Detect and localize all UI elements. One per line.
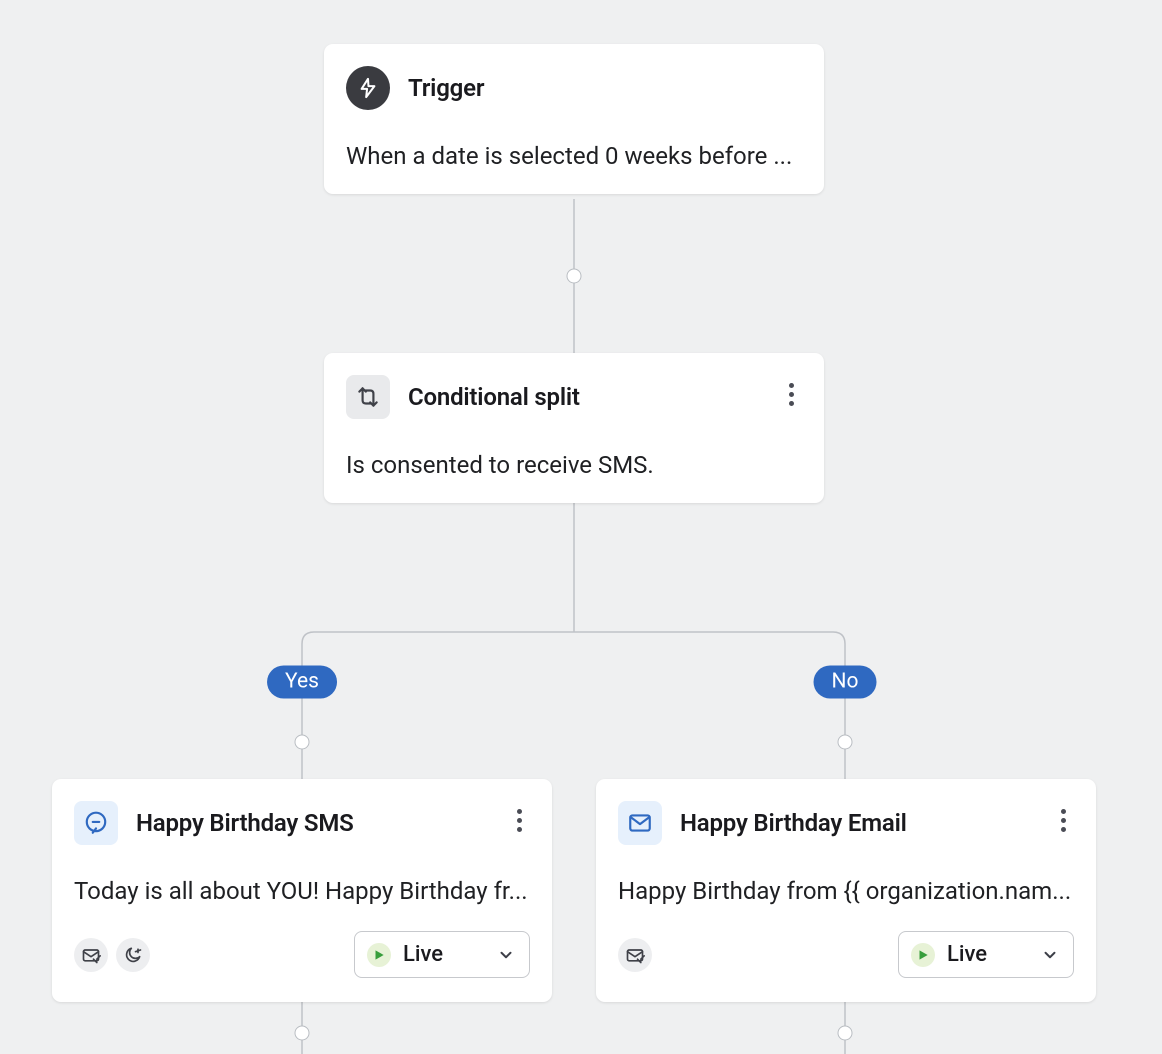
sms-footer-icons xyxy=(74,938,150,972)
split-description: Is consented to receive SMS. xyxy=(346,451,802,479)
split-menu-button[interactable] xyxy=(776,379,806,409)
connector-point[interactable] xyxy=(295,735,310,750)
email-menu-button[interactable] xyxy=(1048,805,1078,835)
sms-title: Happy Birthday SMS xyxy=(136,809,354,837)
connector-point[interactable] xyxy=(838,1026,853,1041)
trigger-title: Trigger xyxy=(408,74,484,102)
sms-node[interactable]: Happy Birthday SMS Today is all about YO… xyxy=(52,779,552,1002)
trigger-node[interactable]: Trigger When a date is selected 0 weeks … xyxy=(324,44,824,194)
trigger-node-header: Trigger xyxy=(346,66,802,110)
email-title: Happy Birthday Email xyxy=(680,809,907,837)
email-status-label: Live xyxy=(947,942,1029,967)
connector-point[interactable] xyxy=(567,269,582,284)
sms-node-header: Happy Birthday SMS xyxy=(74,801,530,845)
branch-yes-label: Yes xyxy=(285,670,319,694)
split-title: Conditional split xyxy=(408,383,580,411)
branch-badge-yes: Yes xyxy=(267,666,337,699)
play-icon xyxy=(911,943,935,967)
sms-icon xyxy=(74,801,118,845)
conditional-split-node[interactable]: Conditional split Is consented to receiv… xyxy=(324,353,824,503)
branch-badge-no: No xyxy=(814,666,877,699)
quiet-hours-icon xyxy=(116,938,150,972)
sms-menu-button[interactable] xyxy=(504,805,534,835)
split-node-header: Conditional split xyxy=(346,375,802,419)
email-icon xyxy=(618,801,662,845)
sms-description: Today is all about YOU! Happy Birthday f… xyxy=(74,877,530,905)
sms-status-select[interactable]: Live xyxy=(354,931,530,978)
email-smart-send-icon xyxy=(618,938,652,972)
connector-point[interactable] xyxy=(838,735,853,750)
email-node-header: Happy Birthday Email xyxy=(618,801,1074,845)
split-arrows-icon xyxy=(346,375,390,419)
trigger-description: When a date is selected 0 weeks before .… xyxy=(346,142,802,170)
sms-smart-send-icon xyxy=(74,938,108,972)
chevron-down-icon xyxy=(497,946,515,964)
branch-no-label: No xyxy=(832,670,859,694)
play-icon xyxy=(367,943,391,967)
connector-point[interactable] xyxy=(295,1026,310,1041)
sms-status-label: Live xyxy=(403,942,485,967)
lightning-icon xyxy=(346,66,390,110)
email-status-select[interactable]: Live xyxy=(898,931,1074,978)
email-description: Happy Birthday from {{ organization.nam.… xyxy=(618,877,1074,905)
email-footer-icons xyxy=(618,938,652,972)
email-node[interactable]: Happy Birthday Email Happy Birthday from… xyxy=(596,779,1096,1002)
chevron-down-icon xyxy=(1041,946,1059,964)
